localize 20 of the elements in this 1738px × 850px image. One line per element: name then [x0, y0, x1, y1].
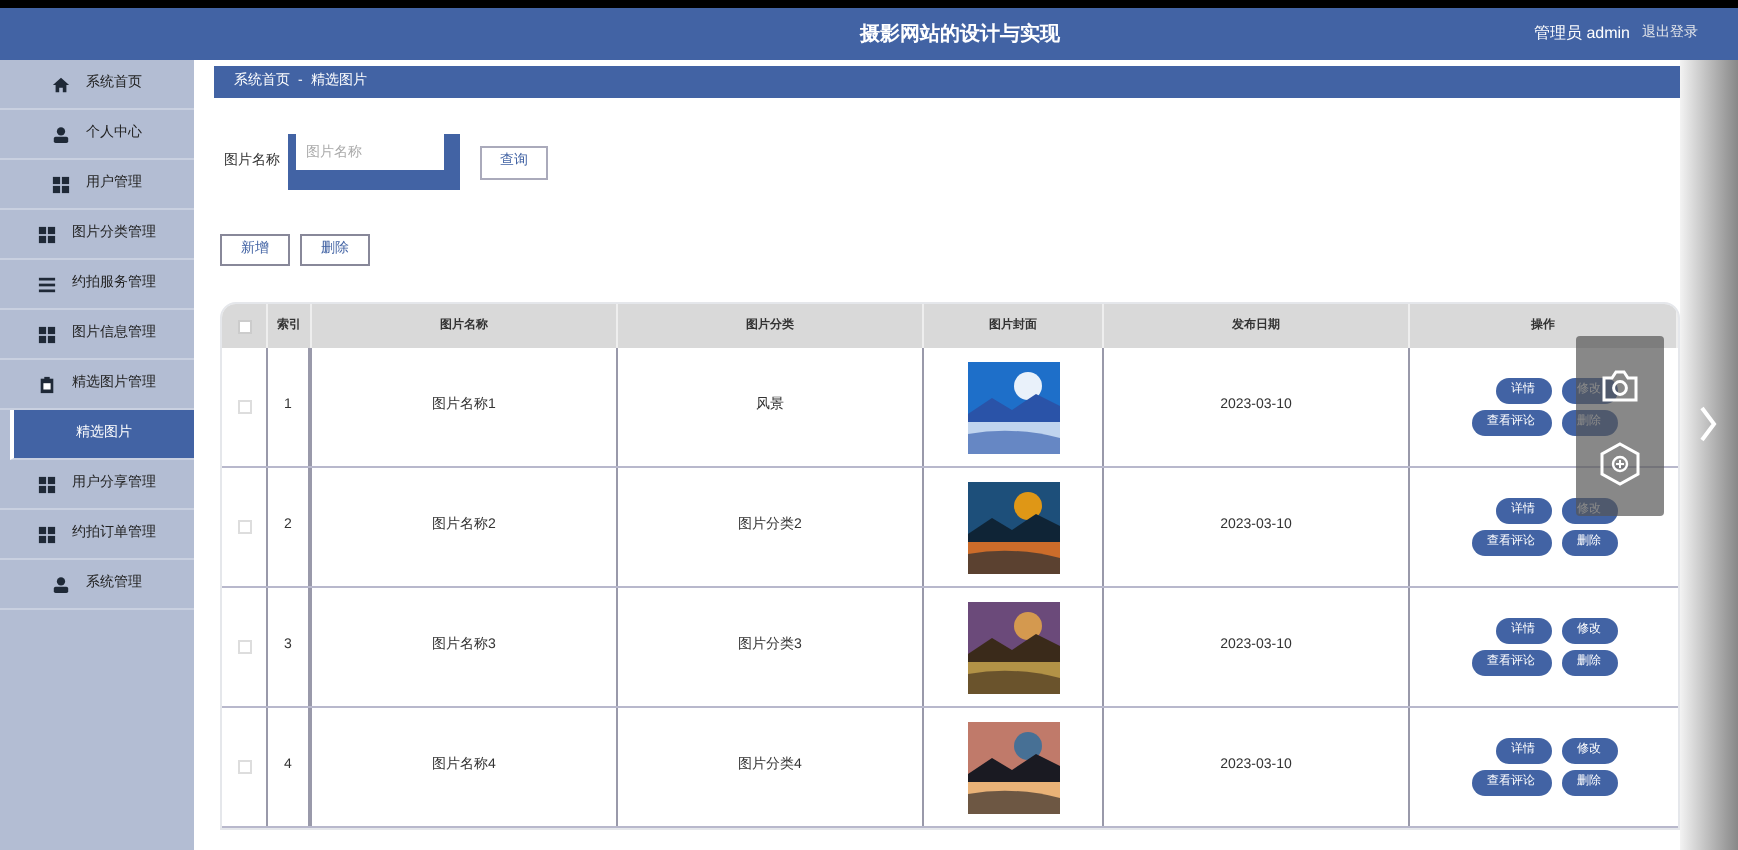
row-checkbox[interactable] — [237, 640, 251, 654]
user-label: 管理员 admin — [1533, 22, 1630, 46]
hexagon-plus-icon[interactable] — [1600, 441, 1640, 485]
clipboard-icon — [38, 375, 56, 393]
grid-icon — [38, 475, 56, 493]
row-checkbox[interactable] — [237, 520, 251, 534]
select-all-checkbox[interactable] — [237, 319, 251, 333]
site-title: 摄影网站的设计与实现 — [860, 20, 1060, 49]
camera-icon[interactable] — [1600, 367, 1640, 403]
chevron-right-icon[interactable] — [1698, 404, 1718, 444]
row-checkbox[interactable] — [237, 760, 251, 774]
grid-icon — [52, 175, 70, 193]
user-icon — [52, 575, 70, 593]
row-checkbox[interactable] — [237, 400, 251, 414]
grid-icon — [38, 225, 56, 243]
grid-icon — [38, 325, 56, 343]
user-icon — [52, 125, 70, 143]
home-icon — [52, 75, 70, 93]
list-icon — [38, 275, 56, 293]
grid-icon — [38, 525, 56, 543]
